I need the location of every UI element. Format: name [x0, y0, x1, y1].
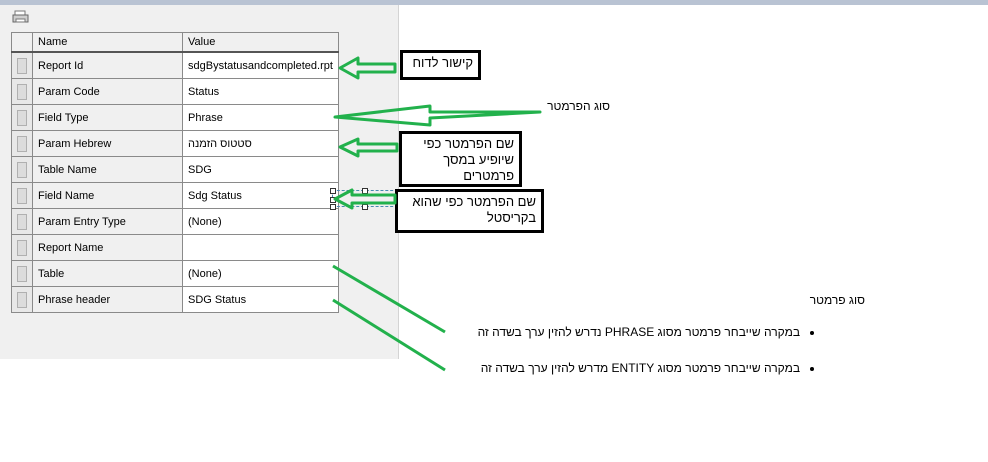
table-row[interactable]: Param Entry Type (None): [11, 208, 339, 235]
property-value[interactable]: sdgBystatusandcompleted.rpt: [182, 51, 339, 79]
table-row[interactable]: Report Id sdgBystatusandcompleted.rpt: [11, 51, 339, 79]
property-name: Report Name: [32, 234, 183, 261]
table-row[interactable]: Param Hebrew סטטוס הזמנה: [11, 130, 339, 157]
row-selector[interactable]: [11, 156, 33, 183]
list-item: במקרה שייבחר פרמטר מסוג PHRASE נדרש להזי…: [440, 325, 800, 339]
property-value[interactable]: סטטוס הזמנה: [182, 130, 339, 157]
row-selector[interactable]: [11, 130, 33, 157]
column-header-value[interactable]: Value: [182, 32, 339, 53]
property-name: Table Name: [32, 156, 183, 183]
table-row[interactable]: Param Code Status: [11, 78, 339, 105]
callout-text: קישור לדוח: [412, 55, 474, 70]
row-selector[interactable]: [11, 208, 33, 235]
table-row[interactable]: Table (None): [11, 260, 339, 287]
table-row[interactable]: Field Name Sdg Status: [11, 182, 339, 209]
row-selector[interactable]: [11, 78, 33, 105]
property-value[interactable]: SDG Status: [182, 286, 339, 313]
table-row[interactable]: Report Name: [11, 234, 339, 261]
properties-grid: Name Value Report Id sdgBystatusandcompl…: [11, 32, 339, 313]
row-selector[interactable]: [11, 182, 33, 209]
property-name: Param Code: [32, 78, 183, 105]
grid-corner: [11, 32, 33, 53]
callout-text: שם הפרמטר כפי שהוא בקריסטל: [412, 194, 536, 225]
print-icon[interactable]: [12, 10, 30, 24]
property-name: Field Name: [32, 182, 183, 209]
property-value[interactable]: Sdg Status: [182, 182, 339, 209]
property-name: Phrase header: [32, 286, 183, 313]
table-row[interactable]: Field Type Phrase: [11, 104, 339, 131]
property-value[interactable]: Phrase: [182, 104, 339, 131]
callout-text: שם הפרמטר כפי שיופיע במסך פרמטרים: [423, 136, 514, 183]
property-value[interactable]: [182, 234, 339, 261]
callout-param-screen-name: שם הפרמטר כפי שיופיע במסך פרמטרים: [399, 131, 522, 187]
callout-report-link: קישור לדוח: [400, 50, 481, 80]
row-selector[interactable]: [11, 51, 33, 79]
row-selector[interactable]: [11, 104, 33, 131]
property-value[interactable]: (None): [182, 208, 339, 235]
row-selector[interactable]: [11, 260, 33, 287]
row-selector[interactable]: [11, 286, 33, 313]
heading-text: סוג פרמטר: [809, 293, 865, 307]
property-value[interactable]: (None): [182, 260, 339, 287]
heading-param-type: סוג פרמטר: [760, 293, 865, 307]
property-value[interactable]: SDG: [182, 156, 339, 183]
column-header-name[interactable]: Name: [32, 32, 183, 53]
label-param-type: סוג הפרמטר: [520, 99, 610, 113]
row-selector[interactable]: [11, 234, 33, 261]
property-name: Table: [32, 260, 183, 287]
callout-param-crystal-name: שם הפרמטר כפי שהוא בקריסטל: [395, 189, 544, 233]
property-name: Report Id: [32, 51, 183, 79]
property-name: Param Hebrew: [32, 130, 183, 157]
param-type-bullet-list: במקרה שייבחר פרמטר מסוג PHRASE נדרש להזי…: [440, 325, 820, 397]
property-name: Param Entry Type: [32, 208, 183, 235]
property-name: Field Type: [32, 104, 183, 131]
table-row[interactable]: Phrase header SDG Status: [11, 286, 339, 313]
table-row[interactable]: Table Name SDG: [11, 156, 339, 183]
list-item: במקרה שייבחר פרמטר מסוג ENTITY מדרש להזי…: [440, 361, 800, 375]
label-text: סוג הפרמטר: [547, 99, 610, 113]
property-value[interactable]: Status: [182, 78, 339, 105]
